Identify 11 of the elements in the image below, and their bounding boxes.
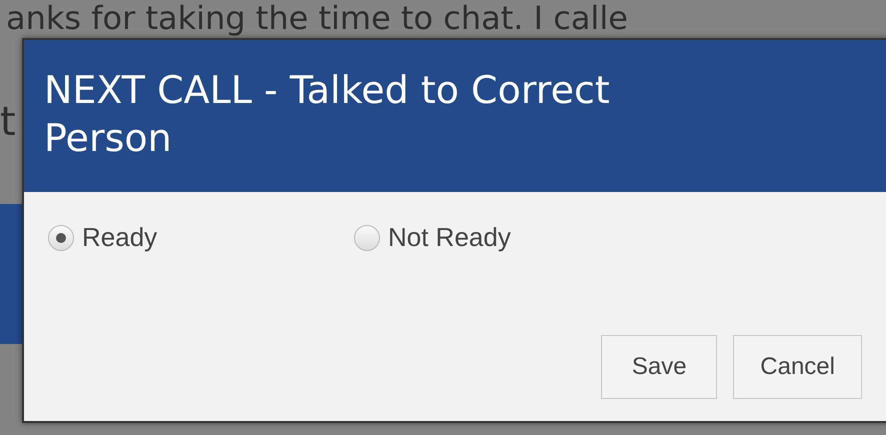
dialog-title: NEXT CALL - Talked to Correct Person <box>44 67 611 162</box>
save-button[interactable]: Save <box>601 335 718 399</box>
radio-button[interactable] <box>354 224 380 250</box>
radio-button[interactable] <box>48 224 74 250</box>
radio-option[interactable]: Ready <box>48 222 354 253</box>
radio-option[interactable]: Not Ready <box>354 222 660 253</box>
background-text: anks for taking the time to chat. I calle <box>5 0 628 36</box>
cancel-button[interactable]: Cancel <box>733 335 862 399</box>
radio-label[interactable]: Not Ready <box>388 222 511 253</box>
radio-label[interactable]: Ready <box>82 222 158 253</box>
background-text: t <box>0 100 17 144</box>
